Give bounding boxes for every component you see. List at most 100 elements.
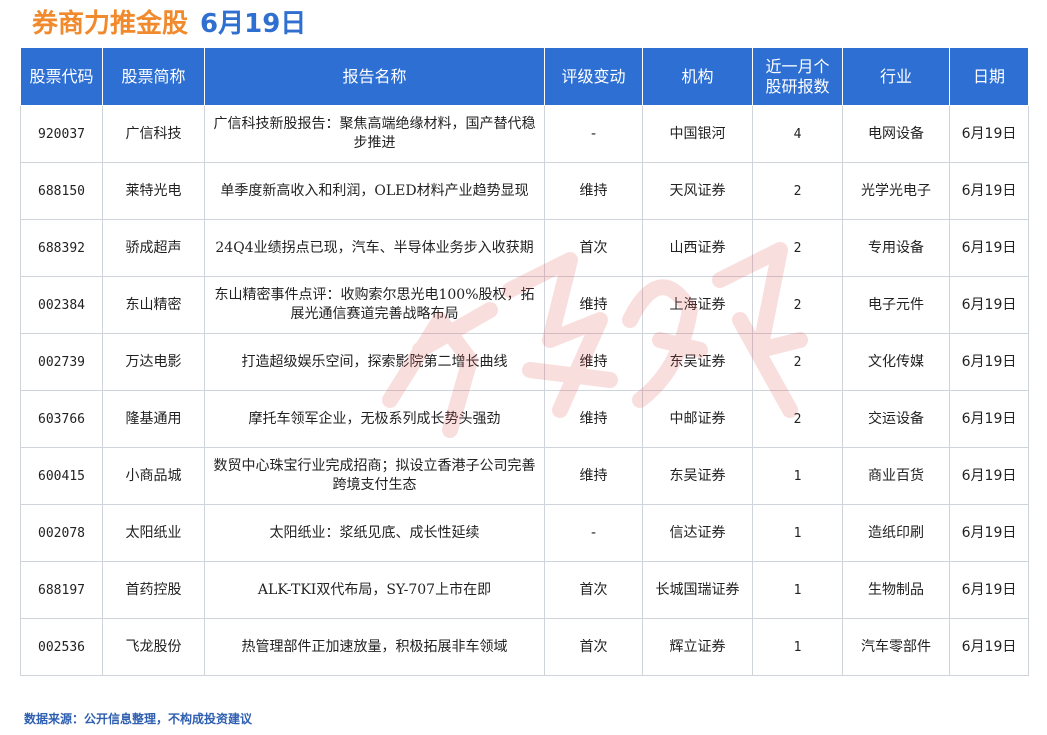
header-report: 报告名称 — [204, 47, 545, 106]
cell-name: 飞龙股份 — [102, 618, 205, 676]
cell-institution: 东吴证券 — [642, 447, 753, 505]
cell-rating: 维持 — [544, 447, 643, 505]
cell-name: 首药控股 — [102, 561, 205, 619]
cell-report: 24Q4业绩拐点已现，汽车、半导体业务步入收获期 — [204, 219, 545, 277]
cell-rating: 首次 — [544, 219, 643, 277]
cell-date: 6月19日 — [949, 561, 1029, 619]
table-row: 600415 小商品城 数贸中心珠宝行业完成招商；拟设立香港子公司完善跨境支付生态维… — [20, 447, 1029, 505]
table-row: 002739 万达电影 打造超级娱乐空间，探索影院第二增长曲线 维持 东吴证券 2 文化传媒… — [20, 333, 1029, 391]
cell-report: 太阳纸业：浆纸见底、成长性延续 — [204, 504, 545, 562]
cell-date: 6月19日 — [949, 276, 1029, 334]
cell-rating: 维持 — [544, 276, 643, 334]
cell-report: 广信科技新股报告：聚焦高端绝缘材料，国产替代稳步推进 — [204, 105, 545, 163]
cell-name: 广信科技 — [102, 105, 205, 163]
cell-name: 莱特光电 — [102, 162, 205, 220]
header-report-count: 近一月个 股研报数 — [752, 47, 843, 106]
cell-institution: 上海证券 — [642, 276, 753, 334]
cell-institution: 东吴证券 — [642, 333, 753, 391]
cell-date: 6月19日 — [949, 504, 1029, 562]
cell-code: 603766 — [20, 390, 103, 448]
cell-rating: - — [544, 504, 643, 562]
cell-institution: 山西证券 — [642, 219, 753, 277]
cell-report: 打造超级娱乐空间，探索影院第二增长曲线 — [204, 333, 545, 391]
cell-code: 688150 — [20, 162, 103, 220]
cell-institution: 天风证券 — [642, 162, 753, 220]
cell-industry: 商业百货 — [842, 447, 950, 505]
header-institution: 机构 — [642, 47, 753, 106]
cell-report-count: 2 — [752, 333, 843, 391]
cell-code: 002536 — [20, 618, 103, 676]
page-title: 券商力推金股 6月19日 — [32, 6, 306, 42]
cell-report: 东山精密事件点评：收购索尔思光电100%股权，拓展光通信赛道完善战略布局 — [204, 276, 545, 334]
cell-institution: 中邮证券 — [642, 390, 753, 448]
footer-note: 数据来源：公开信息整理，不构成投资建议 — [24, 712, 253, 726]
table-row: 002536 飞龙股份 热管理部件正加速放量，积极拓展非车领域 首次 辉立证券 1 汽车零部… — [20, 618, 1029, 676]
cell-code: 688392 — [20, 219, 103, 277]
cell-report: 热管理部件正加速放量，积极拓展非车领域 — [204, 618, 545, 676]
cell-rating: 维持 — [544, 333, 643, 391]
cell-code: 688197 — [20, 561, 103, 619]
cell-date: 6月19日 — [949, 447, 1029, 505]
cell-name: 太阳纸业 — [102, 504, 205, 562]
cell-name: 骄成超声 — [102, 219, 205, 277]
cell-rating: 首次 — [544, 561, 643, 619]
header-code: 股票代码 — [20, 47, 103, 106]
cell-rating: - — [544, 105, 643, 163]
cell-industry: 造纸印刷 — [842, 504, 950, 562]
cell-report-count: 1 — [752, 561, 843, 619]
table-header-row: 股票代码 股票简称 报告名称 评级变动 机构 近一月个 股研报数 行业 日期 — [20, 47, 1029, 106]
cell-report-count: 2 — [752, 162, 843, 220]
cell-report-count: 1 — [752, 618, 843, 676]
cell-name: 隆基通用 — [102, 390, 205, 448]
cell-report-count: 1 — [752, 447, 843, 505]
header-industry: 行业 — [842, 47, 950, 106]
cell-institution: 中国银河 — [642, 105, 753, 163]
cell-date: 6月19日 — [949, 219, 1029, 277]
cell-rating: 维持 — [544, 162, 643, 220]
cell-date: 6月19日 — [949, 618, 1029, 676]
cell-report-count: 1 — [752, 504, 843, 562]
cell-code: 920037 — [20, 105, 103, 163]
stock-table: 股票代码 股票简称 报告名称 评级变动 机构 近一月个 股研报数 行业 日期 920037 广信科… — [20, 47, 1029, 676]
cell-date: 6月19日 — [949, 162, 1029, 220]
cell-industry: 汽车零部件 — [842, 618, 950, 676]
cell-report: 摩托车领军企业，无极系列成长势头强劲 — [204, 390, 545, 448]
cell-report-count: 2 — [752, 219, 843, 277]
cell-date: 6月19日 — [949, 105, 1029, 163]
cell-name: 万达电影 — [102, 333, 205, 391]
cell-code: 002078 — [20, 504, 103, 562]
header-rating: 评级变动 — [544, 47, 643, 106]
table-row: 688197 首药控股 ALK-TKI双代布局，SY-707上市在即 首次 长城国瑞证券… — [20, 561, 1029, 619]
header-date: 日期 — [949, 47, 1029, 106]
cell-report: 数贸中心珠宝行业完成招商；拟设立香港子公司完善跨境支付生态 — [204, 447, 545, 505]
cell-industry: 电子元件 — [842, 276, 950, 334]
cell-industry: 光学光电子 — [842, 162, 950, 220]
cell-report: 单季度新高收入和利润，OLED材料产业趋势显现 — [204, 162, 545, 220]
cell-institution: 辉立证券 — [642, 618, 753, 676]
cell-code: 002739 — [20, 333, 103, 391]
header-name: 股票简称 — [102, 47, 205, 106]
cell-institution: 长城国瑞证券 — [642, 561, 753, 619]
cell-name: 小商品城 — [102, 447, 205, 505]
cell-industry: 专用设备 — [842, 219, 950, 277]
cell-name: 东山精密 — [102, 276, 205, 334]
cell-institution: 信达证券 — [642, 504, 753, 562]
cell-industry: 生物制品 — [842, 561, 950, 619]
cell-rating: 维持 — [544, 390, 643, 448]
cell-report: ALK-TKI双代布局，SY-707上市在即 — [204, 561, 545, 619]
title-main: 券商力推金股 — [32, 9, 189, 39]
cell-report-count: 2 — [752, 390, 843, 448]
cell-code: 002384 — [20, 276, 103, 334]
table-row: 920037 广信科技 广信科技新股报告：聚焦高端绝缘材料，国产替代稳步推进 - 中国银… — [20, 105, 1029, 163]
cell-report-count: 4 — [752, 105, 843, 163]
table-row: 603766 隆基通用 摩托车领军企业，无极系列成长势头强劲 维持 中邮证券 2 交运设备 6… — [20, 390, 1029, 448]
cell-industry: 交运设备 — [842, 390, 950, 448]
cell-industry: 文化传媒 — [842, 333, 950, 391]
table-row: 688392 骄成超声 24Q4业绩拐点已现，汽车、半导体业务步入收获期 首次 山西证券… — [20, 219, 1029, 277]
table-row: 002384 东山精密 东山精密事件点评：收购索尔思光电100%股权，拓展光通信赛道… — [20, 276, 1029, 334]
cell-code: 600415 — [20, 447, 103, 505]
table-row: 688150 莱特光电 单季度新高收入和利润，OLED材料产业趋势显现 维持 天风证券 2… — [20, 162, 1029, 220]
cell-industry: 电网设备 — [842, 105, 950, 163]
cell-rating: 首次 — [544, 618, 643, 676]
cell-report-count: 2 — [752, 276, 843, 334]
